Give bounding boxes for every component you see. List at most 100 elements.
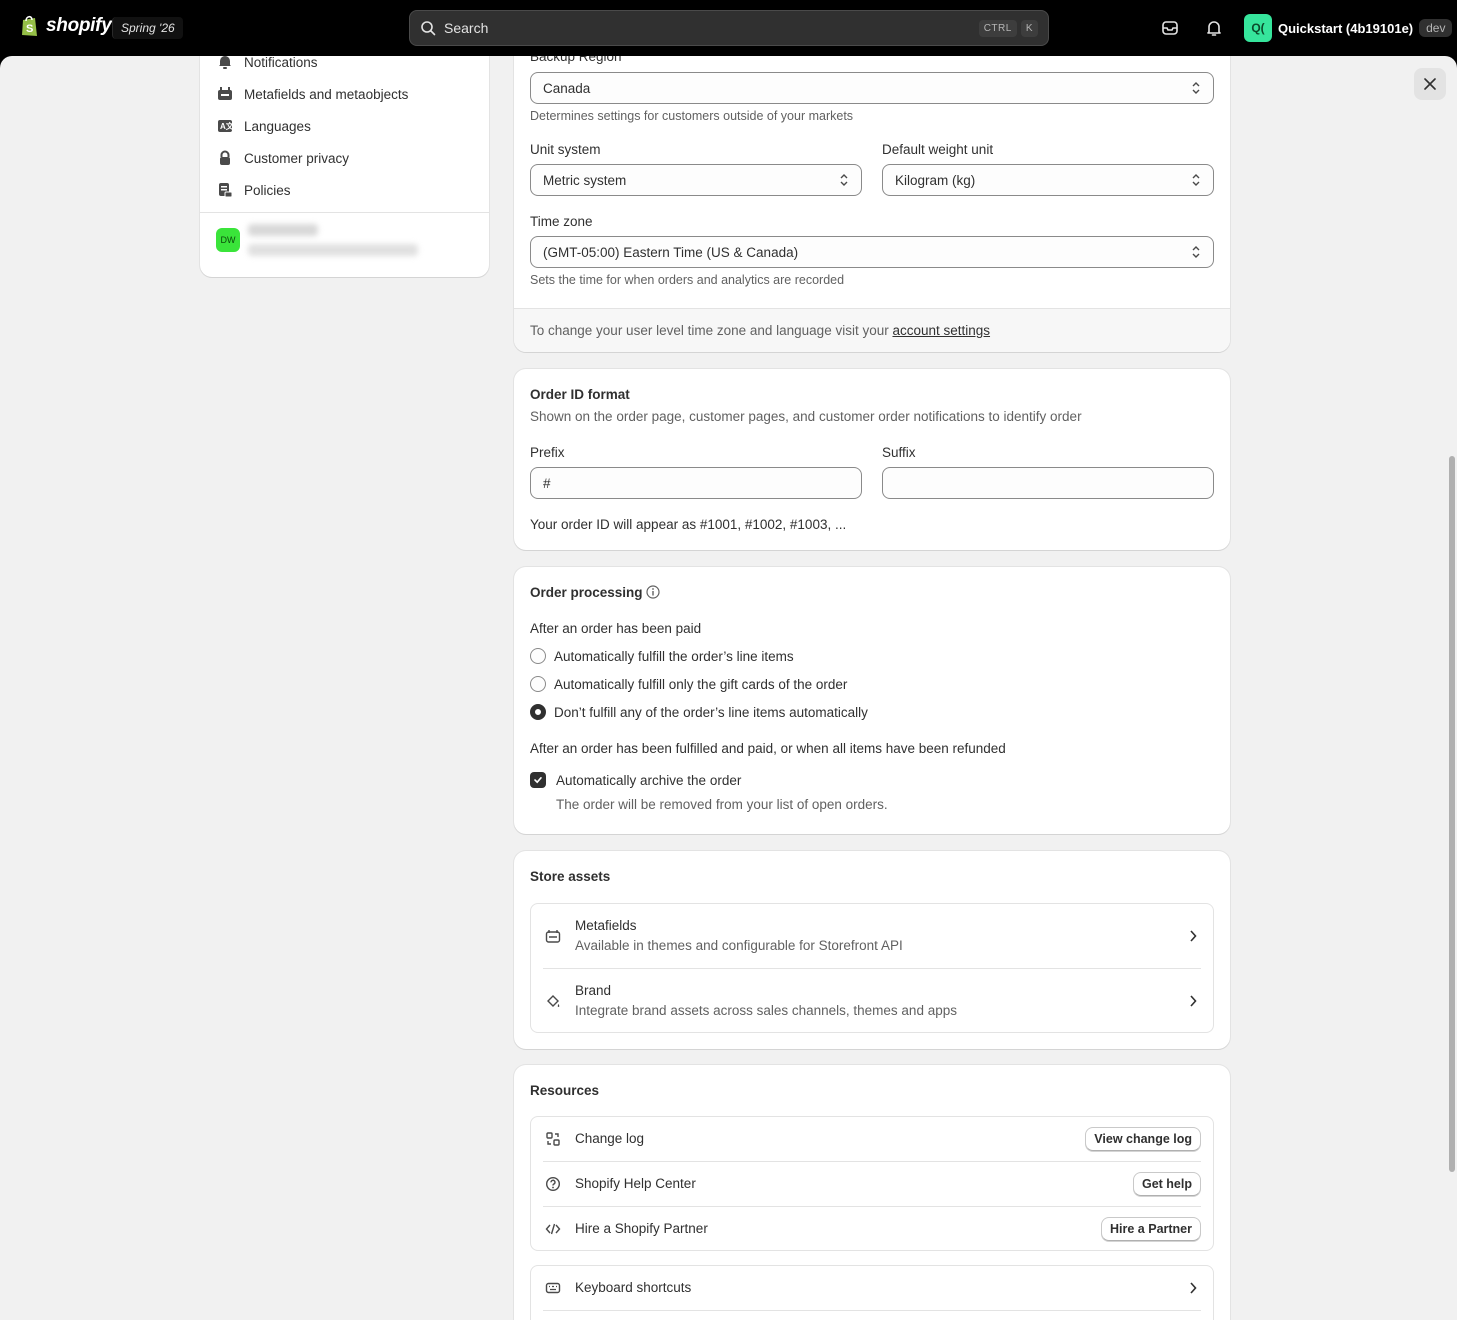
info-icon[interactable] [646, 585, 660, 599]
shortcut-ctrl: CTRL [978, 19, 1017, 37]
dev-badge: dev [1419, 19, 1453, 37]
store-assets-card: Store assets Metafields Available in the… [514, 851, 1230, 1049]
bell-icon[interactable] [1204, 18, 1224, 38]
view-change-log-button[interactable]: View change log [1085, 1127, 1201, 1151]
metafields-icon [218, 87, 232, 100]
fulfill-all-option[interactable]: Automatically fulfill the order’s line i… [530, 648, 794, 664]
unit-system-select[interactable]: Metric system [530, 164, 862, 196]
dont-fulfill-option[interactable]: Don’t fulfill any of the order’s line it… [530, 704, 868, 720]
select-chevron-icon [840, 174, 848, 186]
avatar: DW [216, 228, 240, 252]
order-id-preview: Your order ID will appear as #1001, #100… [530, 517, 847, 532]
card-footer: To change your user level time zone and … [514, 308, 1230, 352]
sidebar-item-policies[interactable]: Policies [216, 178, 291, 202]
sidebar-item-notifications[interactable]: Notifications [216, 56, 318, 74]
list-item-help-center: Shopify Help Center Get help [531, 1162, 1213, 1206]
list-item-keyboard-shortcuts[interactable]: Keyboard shortcuts [531, 1266, 1213, 1310]
sidebar-item-label: Languages [244, 118, 311, 134]
unit-system-label: Unit system [530, 142, 601, 157]
divider [543, 1310, 1201, 1311]
sidebar-item-label: Policies [244, 182, 291, 198]
prefix-input[interactable]: # [530, 467, 862, 499]
item-subtitle: Available in themes and configurable for… [575, 938, 903, 953]
chevron-right-icon [1190, 1282, 1197, 1294]
unit-system-value: Metric system [543, 172, 627, 188]
sidebar-item-customer-privacy[interactable]: Customer privacy [216, 146, 349, 170]
fulfilled-heading: After an order has been fulfilled and pa… [530, 741, 1006, 756]
scrollbar[interactable] [1449, 456, 1455, 1172]
item-subtitle: Integrate brand assets across sales chan… [575, 1003, 957, 1018]
inbox-icon[interactable] [1160, 18, 1180, 38]
resources-list: Change log View change log Shopify Help … [530, 1116, 1214, 1251]
order-processing-card: Order processing After an order has been… [514, 567, 1230, 834]
archive-checkbox[interactable] [530, 772, 546, 788]
list-item-metafields[interactable]: Metafields Available in themes and confi… [531, 904, 1213, 968]
sidebar-item-metafields[interactable]: Metafields and metaobjects [216, 82, 408, 106]
account-settings-note: To change your user level time zone and … [530, 323, 990, 338]
keyboard-icon [545, 1282, 561, 1294]
search-bar[interactable]: Search CTRL K [409, 10, 1049, 46]
user-details-redacted [248, 224, 418, 256]
brand-name: shopify [46, 15, 112, 36]
time-zone-value: (GMT-05:00) Eastern Time (US & Canada) [543, 244, 799, 260]
help-circle-icon [545, 1176, 561, 1192]
option-label: Automatically fulfill the order’s line i… [554, 648, 794, 664]
backup-region-help: Determines settings for customers outsid… [530, 109, 854, 123]
radio-button-selected[interactable] [530, 704, 546, 720]
store-name: Quickstart (4b19101e) [1278, 20, 1414, 36]
time-zone-label: Time zone [530, 214, 593, 229]
policy-icon [219, 183, 233, 198]
card-title: Store assets [530, 869, 611, 884]
backup-region-value: Canada [543, 80, 591, 96]
check-icon [534, 777, 542, 784]
option-label: Automatically fulfill only the gift card… [554, 676, 848, 692]
search-icon [421, 21, 436, 36]
note-text: To change your user level time zone and … [530, 323, 893, 338]
backup-region-select[interactable]: Canada [530, 72, 1214, 104]
store-assets-list: Metafields Available in themes and confi… [530, 903, 1214, 1033]
list-item-change-log: Change log View change log [531, 1117, 1213, 1161]
list-item-brand[interactable]: Brand Integrate brand assets across sale… [531, 969, 1213, 1033]
select-chevron-icon [1192, 246, 1200, 258]
weight-unit-value: Kilogram (kg) [895, 172, 976, 188]
radio-button[interactable] [530, 648, 546, 664]
item-title: Change log [575, 1131, 645, 1146]
store-switcher[interactable]: Q( Quickstart (4b19101e) dev [1244, 14, 1453, 42]
time-zone-help: Sets the time for when orders and analyt… [530, 273, 845, 287]
shopify-logo[interactable]: S shopify [20, 14, 112, 38]
weight-unit-label: Default weight unit [882, 142, 994, 157]
radio-button[interactable] [530, 676, 546, 692]
settings-panel: Notifications Metafields and metaobjects… [0, 56, 1457, 1320]
close-button[interactable] [1414, 68, 1446, 100]
edition-badge[interactable]: Spring '26 [112, 17, 183, 39]
prefix-label: Prefix [530, 445, 565, 460]
metafields-icon [545, 930, 561, 943]
top-bar: S shopify Spring '26 Search CTRL K Q( Qu… [0, 0, 1457, 56]
suffix-input[interactable] [882, 467, 1214, 499]
settings-sidebar: Notifications Metafields and metaobjects… [200, 56, 489, 277]
hire-partner-button[interactable]: Hire a Partner [1101, 1217, 1201, 1241]
sidebar-item-label: Notifications [244, 56, 318, 70]
card-title: Resources [530, 1083, 600, 1098]
chevron-right-icon [1190, 930, 1197, 942]
weight-unit-select[interactable]: Kilogram (kg) [882, 164, 1214, 196]
card-description: Shown on the order page, customer pages,… [530, 409, 1082, 424]
search-placeholder: Search [444, 20, 489, 36]
order-id-format-card: Order ID format Shown on the order page,… [514, 369, 1230, 550]
fulfill-gift-cards-option[interactable]: Automatically fulfill only the gift card… [530, 676, 847, 692]
sidebar-item-languages[interactable]: A文 Languages [216, 114, 311, 138]
archive-option[interactable]: Automatically archive the order [530, 772, 741, 788]
language-icon: A文 [218, 120, 234, 132]
item-title: Shopify Help Center [575, 1176, 696, 1191]
user-profile[interactable]: DW [216, 224, 418, 256]
account-settings-link[interactable]: account settings [892, 323, 990, 338]
sidebar-item-label: Metafields and metaobjects [244, 86, 409, 102]
code-icon [545, 1223, 561, 1235]
backup-region-label: Backup Region [530, 56, 622, 64]
bell-icon [219, 56, 231, 69]
time-zone-select[interactable]: (GMT-05:00) Eastern Time (US & Canada) [530, 236, 1214, 268]
archive-label: Automatically archive the order [556, 772, 742, 788]
select-chevron-icon [1192, 82, 1200, 94]
paid-heading: After an order has been paid [530, 621, 702, 636]
get-help-button[interactable]: Get help [1132, 1172, 1201, 1196]
